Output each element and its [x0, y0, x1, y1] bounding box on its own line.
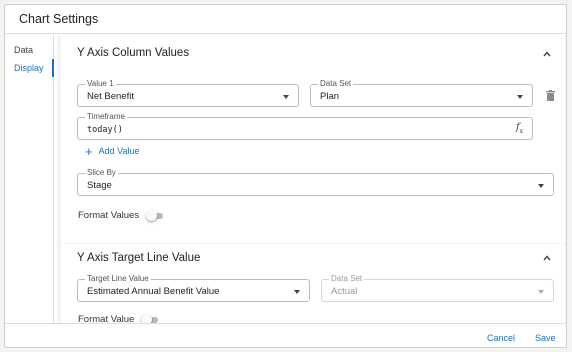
target-dataset-select: Data Set Actual [321, 274, 554, 302]
settings-content[interactable]: Y Axis Column Values Value 1 Net Benefit… [57, 35, 566, 323]
chevron-up-icon[interactable] [543, 50, 551, 58]
nav-item-display[interactable]: Display [14, 63, 44, 73]
caret-down-icon [538, 290, 544, 294]
chart-settings-dialog: Chart Settings Data Display Y Axis Colum… [4, 4, 567, 348]
value1-label: Value 1 [85, 79, 116, 89]
timeframe-label: Timeframe [85, 112, 127, 122]
trash-icon[interactable] [546, 90, 555, 101]
format-value-toggle[interactable] [141, 313, 159, 323]
toggle-knob [146, 209, 158, 221]
y-axis-columns-section: Y Axis Column Values Value 1 Net Benefit… [61, 35, 565, 243]
value1-value: Net Benefit [87, 91, 134, 102]
dialog-footer: Cancel Save [5, 323, 566, 347]
value1-select[interactable]: Value 1 Net Benefit [77, 79, 299, 107]
caret-down-icon [294, 290, 300, 294]
function-icon[interactable]: fx [516, 122, 523, 135]
target-dataset-label: Data Set [329, 274, 365, 284]
nav-item-data[interactable]: Data [14, 45, 33, 55]
timeframe-value: today() [87, 125, 123, 135]
cancel-button[interactable]: Cancel [487, 333, 515, 343]
save-button[interactable]: Save [535, 333, 556, 343]
timeframe-field[interactable]: Timeframe today() fx [77, 112, 533, 140]
caret-down-icon [283, 95, 289, 99]
caret-down-icon [538, 184, 544, 188]
chevron-up-icon[interactable] [543, 254, 551, 262]
y-axis-target-section: Y Axis Target Line Value Target Line Val… [61, 244, 565, 323]
section-title-y-axis-target: Y Axis Target Line Value [77, 252, 201, 264]
side-nav: Data Display [5, 35, 54, 323]
section-title-y-axis-columns: Y Axis Column Values [77, 47, 190, 59]
slice-by-value: Stage [87, 180, 112, 191]
dataset-select[interactable]: Data Set Plan [310, 79, 533, 107]
plus-icon: + [85, 143, 93, 159]
add-value-button[interactable]: + Add Value [85, 143, 140, 159]
dataset-value: Plan [320, 91, 340, 102]
target-line-value-value: Estimated Annual Benefit Value [87, 286, 220, 297]
dialog-title: Chart Settings [5, 5, 566, 34]
format-value-row: Format Value [78, 313, 159, 323]
add-value-label: Add Value [98, 146, 140, 156]
slice-by-label: Slice By [85, 168, 118, 178]
format-values-row: Format Values [78, 209, 164, 221]
caret-down-icon [517, 95, 523, 99]
format-value-label: Format Value [78, 314, 135, 323]
target-line-value-select[interactable]: Target Line Value Estimated Annual Benef… [77, 274, 310, 302]
dataset-label: Data Set [318, 79, 354, 89]
toggle-knob [141, 313, 153, 323]
format-values-label: Format Values [78, 210, 140, 221]
slice-by-select[interactable]: Slice By Stage [77, 168, 554, 196]
target-line-value-label: Target Line Value [85, 274, 151, 284]
target-dataset-value: Actual [331, 286, 358, 297]
nav-active-indicator [52, 59, 54, 77]
format-values-toggle[interactable] [146, 209, 164, 221]
